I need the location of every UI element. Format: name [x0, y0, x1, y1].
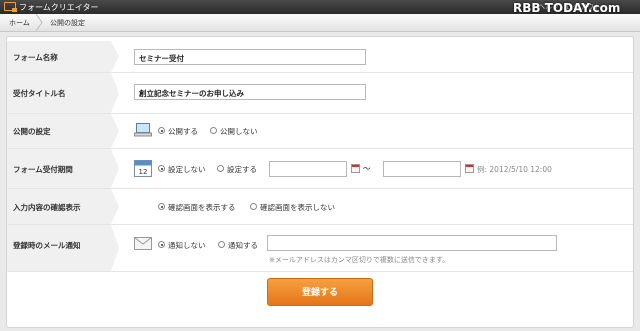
form-name-label-cell: フォーム名称	[7, 41, 119, 72]
submit-button[interactable]: 登録する	[267, 278, 373, 306]
form-name-label: フォーム名称	[13, 53, 58, 62]
mail-radio-off[interactable]	[158, 241, 165, 248]
reception-title-label-cell: 受付タイトル名	[7, 73, 119, 113]
period-option-none[interactable]: 設定しない	[168, 164, 206, 175]
period-radio-set[interactable]	[217, 165, 224, 172]
breadcrumb-separator-icon	[35, 14, 43, 31]
period-radio-none[interactable]	[158, 165, 165, 172]
envelope-icon	[134, 237, 152, 250]
confirm-radio-show[interactable]	[158, 203, 165, 210]
period-end-calendar-icon[interactable]	[465, 164, 474, 173]
period-label-cell: フォーム受付期間	[7, 149, 119, 188]
publish-option-on[interactable]: 公開する	[168, 126, 198, 137]
period-label: フォーム受付期間	[13, 165, 73, 174]
mail-label: 登録時のメール通知	[13, 241, 81, 250]
publish-label: 公開の設定	[13, 127, 51, 136]
mail-note: ※メールアドレスはカンマ区切りで複数に送信できます。	[269, 256, 450, 264]
mail-label-cell: 登録時のメール通知	[7, 225, 119, 271]
mail-option-off[interactable]: 通知しない	[168, 240, 206, 251]
confirm-option-hide[interactable]: 確認画面を表示しない	[260, 202, 335, 213]
publish-radio-on[interactable]	[158, 127, 165, 134]
calendar-icon: 12	[134, 160, 152, 177]
row-period: フォーム受付期間 12 設定しない 設定する 〜 例: 2012/5/10 12…	[7, 149, 633, 189]
confirm-option-show[interactable]: 確認画面を表示する	[168, 202, 236, 213]
reception-title-input[interactable]: 創立記念セミナーのお申し込み	[134, 84, 366, 100]
publish-option-off[interactable]: 公開しない	[220, 126, 258, 137]
row-reception-title: 受付タイトル名 創立記念セミナーのお申し込み	[7, 73, 633, 114]
breadcrumb-current: 公開の設定	[50, 19, 85, 27]
period-range-separator: 〜	[363, 164, 371, 173]
mail-address-input[interactable]	[267, 235, 557, 251]
laptop-icon	[134, 123, 152, 137]
period-start-input[interactable]	[269, 161, 347, 177]
breadcrumb-home[interactable]: ホーム	[9, 18, 30, 28]
form-name-input[interactable]: セミナー受付	[134, 49, 366, 65]
period-option-set[interactable]: 設定する	[227, 164, 257, 175]
period-end-input[interactable]	[383, 161, 461, 177]
svg-text:12: 12	[139, 168, 148, 176]
confirm-label: 入力内容の確認表示	[13, 203, 81, 212]
app-title: フォームクリエイター	[19, 3, 99, 12]
breadcrumb: ホーム 公開の設定	[0, 14, 640, 32]
publish-label-cell: 公開の設定	[7, 114, 119, 148]
watermark: RBB TODAY.com	[513, 1, 621, 15]
mail-option-on[interactable]: 通知する	[228, 240, 258, 251]
reception-title-label: 受付タイトル名	[13, 89, 66, 98]
period-example: 例: 2012/5/10 12:00	[477, 165, 552, 174]
row-confirm: 入力内容の確認表示 確認画面を表示する 確認画面を表示しない	[7, 189, 633, 225]
mail-radio-on[interactable]	[218, 241, 225, 248]
period-start-calendar-icon[interactable]	[351, 164, 360, 173]
app-header: フォームクリエイター ヘルプ ログアウト RBB TODAY.com	[0, 0, 640, 15]
row-publish: 公開の設定 公開する 公開しない	[7, 114, 633, 149]
row-mail: 登録時のメール通知 通知しない 通知する ※メールアドレスはカンマ区切りで複数に…	[7, 225, 633, 272]
row-form-name: フォーム名称 セミナー受付	[7, 41, 633, 73]
publish-radio-off[interactable]	[210, 127, 217, 134]
logo-icon	[4, 2, 17, 12]
confirm-radio-hide[interactable]	[250, 203, 257, 210]
confirm-label-cell: 入力内容の確認表示	[7, 189, 119, 224]
